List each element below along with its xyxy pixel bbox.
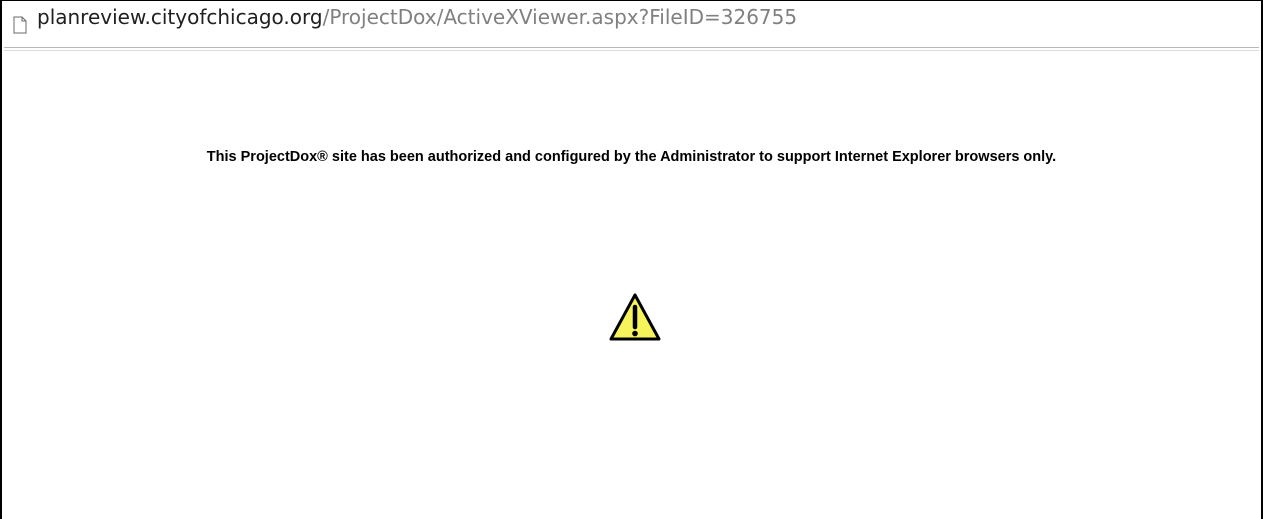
address-bar-divider-shadow <box>4 50 1259 51</box>
browser-window: planreview.cityofchicago.org/ProjectDox/… <box>0 0 1263 519</box>
address-bar-divider <box>4 47 1259 48</box>
url-text[interactable]: planreview.cityofchicago.org/ProjectDox/… <box>37 7 797 27</box>
address-bar[interactable]: planreview.cityofchicago.org/ProjectDox/… <box>4 2 1259 47</box>
url-path: /ProjectDox/ActiveXViewer.aspx?FileID=32… <box>322 4 798 29</box>
browser-support-message: This ProjectDox® site has been authorize… <box>206 149 1057 165</box>
warning-icon <box>607 291 663 345</box>
url-host: planreview.cityofchicago.org <box>37 4 323 29</box>
page-icon <box>10 14 30 36</box>
